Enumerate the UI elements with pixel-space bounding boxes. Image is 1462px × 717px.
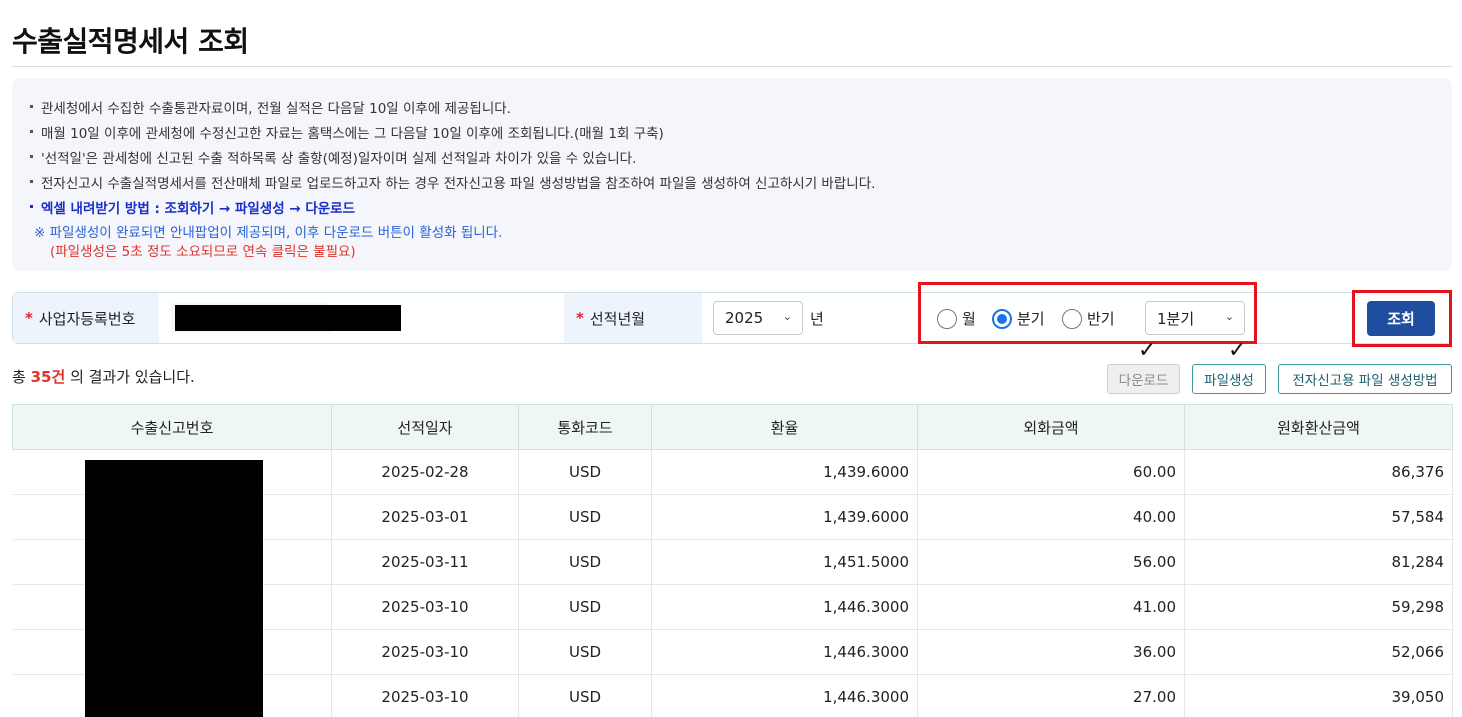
col-header-rate: 환율 — [651, 404, 918, 450]
notice-line: 매월 10일 이후에 관세청에 수정신고한 자료는 홈택스에는 그 다음달 10… — [30, 122, 664, 142]
foreign-amount-cell: 36.00 — [917, 629, 1185, 675]
ship-date-cell: 2025-03-10 — [331, 674, 519, 717]
rate-cell: 1,439.6000 — [651, 449, 918, 495]
notice-box: 관세청에서 수집한 수출통관자료이며, 전월 실적은 다음달 10일 이후에 제… — [12, 78, 1452, 271]
foreign-amount-cell: 40.00 — [917, 494, 1185, 540]
ship-date-cell: 2025-03-10 — [331, 629, 519, 675]
col-header-currency: 통화코드 — [518, 404, 652, 450]
notice-line: '선적일'은 관세청에 신고된 수출 적하목록 상 출항(예정)일자이며 실제 … — [30, 147, 636, 167]
result-count: 총 35건 의 결과가 있습니다. — [12, 368, 195, 386]
col-header-foreign-amount: 외화금액 — [917, 404, 1185, 450]
krw-amount-cell: 57,584 — [1184, 494, 1453, 540]
krw-amount-cell: 81,284 — [1184, 539, 1453, 585]
chevron-down-icon: ⌄ — [782, 310, 792, 323]
checkmark-icon: ✓ — [1138, 338, 1157, 363]
period-highlight-box — [918, 282, 1257, 344]
excel-howto: 엑셀 내려받기 방법 : 조회하기 → 파일생성 → 다운로드 — [30, 197, 355, 217]
ship-date-cell: 2025-03-10 — [331, 584, 519, 630]
currency-cell: USD — [518, 584, 652, 630]
ship-date-cell: 2025-03-01 — [331, 494, 519, 540]
rate-cell: 1,446.3000 — [651, 674, 918, 717]
foreign-amount-cell: 41.00 — [917, 584, 1185, 630]
ship-date-cell: 2025-02-28 — [331, 449, 519, 495]
result-count-number: 35건 — [30, 368, 66, 386]
col-header-declaration-no: 수출신고번호 — [12, 404, 332, 450]
krw-amount-cell: 59,298 — [1184, 584, 1453, 630]
currency-cell: USD — [518, 494, 652, 540]
currency-cell: USD — [518, 674, 652, 717]
foreign-amount-cell: 56.00 — [917, 539, 1185, 585]
rate-cell: 1,451.5000 — [651, 539, 918, 585]
biz-no-label: * 사업자등록번호 — [13, 293, 159, 343]
rate-cell: 1,446.3000 — [651, 584, 918, 630]
rate-cell: 1,439.6000 — [651, 494, 918, 540]
create-file-button[interactable]: 파일생성 — [1192, 364, 1266, 394]
page-title: 수출실적명세서 조회 — [12, 25, 249, 58]
krw-amount-cell: 52,066 — [1184, 629, 1453, 675]
krw-amount-cell: 39,050 — [1184, 674, 1453, 717]
col-header-ship-date: 선적일자 — [331, 404, 519, 450]
rate-cell: 1,446.3000 — [651, 629, 918, 675]
file-howto-button[interactable]: 전자신고용 파일 생성방법 — [1278, 364, 1452, 394]
checkmark-icon: ✓ — [1228, 338, 1247, 363]
currency-cell: USD — [518, 449, 652, 495]
ship-month-label: * 선적년월 — [564, 293, 702, 343]
ship-date-cell: 2025-03-11 — [331, 539, 519, 585]
table-header-row: 수출신고번호 선적일자 통화코드 환율 외화금액 원화환산금액 — [12, 404, 1453, 450]
krw-amount-cell: 86,376 — [1184, 449, 1453, 495]
declaration-no-masked — [85, 460, 263, 717]
notice-line: 전자신고시 수출실적명세서를 전산매체 파일로 업로드하고자 하는 경우 전자신… — [30, 172, 875, 192]
currency-cell: USD — [518, 629, 652, 675]
foreign-amount-cell: 27.00 — [917, 674, 1185, 717]
year-unit: 년 — [810, 310, 824, 328]
title-divider — [12, 66, 1452, 67]
search-highlight-box — [1352, 290, 1452, 347]
file-note: ※ 파일생성이 완료되면 안내팝업이 제공되며, 이후 다운로드 버튼이 활성화… — [34, 225, 503, 241]
notice-line: 관세청에서 수집한 수출통관자료이며, 전월 실적은 다음달 10일 이후에 제… — [30, 97, 511, 117]
biz-no-masked — [175, 305, 401, 331]
download-button[interactable]: 다운로드 — [1107, 364, 1180, 394]
currency-cell: USD — [518, 539, 652, 585]
foreign-amount-cell: 60.00 — [917, 449, 1185, 495]
col-header-krw-amount: 원화환산금액 — [1184, 404, 1453, 450]
file-note-red: (파일생성은 5초 정도 소요되므로 연속 클릭은 불필요) — [50, 244, 356, 260]
year-select[interactable]: 2025 ⌄ — [713, 301, 803, 335]
